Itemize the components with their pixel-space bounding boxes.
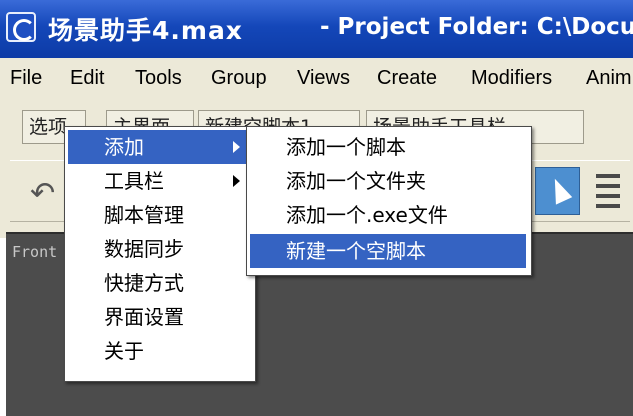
menu-item-shortcuts[interactable]: 快捷方式 <box>68 266 250 300</box>
menu-item-label: 工具栏 <box>104 169 164 193</box>
menu-views[interactable]: Views <box>297 67 350 90</box>
menu-item-label: 快捷方式 <box>104 271 184 295</box>
menu-item-script-manager[interactable]: 脚本管理 <box>68 198 250 232</box>
select-by-name-icon[interactable] <box>596 168 626 214</box>
context-menu: 添加 工具栏 脚本管理 数据同步 快捷方式 界面设置 关于 <box>64 126 256 382</box>
window-title: 场景助手4.max <box>48 16 243 45</box>
menu-bar: File Edit Tools Group Views Create Modif… <box>0 58 633 99</box>
menu-item-data-sync[interactable]: 数据同步 <box>68 232 250 266</box>
menu-item-label: 数据同步 <box>104 237 184 261</box>
menu-file[interactable]: File <box>10 67 42 90</box>
menu-modifiers[interactable]: Modifiers <box>471 67 552 90</box>
add-submenu: 添加一个脚本 添加一个文件夹 添加一个.exe文件 新建一个空脚本 <box>246 126 532 276</box>
menu-item-label: 关于 <box>104 339 144 363</box>
menu-edit[interactable]: Edit <box>70 67 104 90</box>
menu-item-ui-settings[interactable]: 界面设置 <box>68 300 250 334</box>
submenu-item-add-script[interactable]: 添加一个脚本 <box>250 130 526 164</box>
menu-item-add[interactable]: 添加 <box>68 130 250 164</box>
submenu-item-add-exe[interactable]: 添加一个.exe文件 <box>250 198 526 232</box>
app-icon[interactable] <box>6 12 36 42</box>
app-logo-ring <box>13 19 35 41</box>
menu-item-about[interactable]: 关于 <box>68 334 250 368</box>
submenu-item-add-folder[interactable]: 添加一个文件夹 <box>250 164 526 198</box>
select-object-button[interactable] <box>535 167 580 215</box>
menu-group[interactable]: Group <box>211 67 267 90</box>
undo-icon[interactable]: ↶ <box>30 176 55 211</box>
menu-tools[interactable]: Tools <box>135 67 182 90</box>
menu-item-toolbar[interactable]: 工具栏 <box>68 164 250 198</box>
submenu-item-new-empty-script[interactable]: 新建一个空脚本 <box>250 234 526 268</box>
cursor-arrow-icon <box>545 175 573 205</box>
menu-item-label: 添加 <box>104 135 144 159</box>
menu-item-label: 脚本管理 <box>104 203 184 227</box>
menu-create[interactable]: Create <box>377 67 437 90</box>
submenu-arrow-icon <box>233 175 240 187</box>
submenu-arrow-icon <box>233 141 240 153</box>
title-bar[interactable]: 场景助手4.max - Project Folder: C:\Docu <box>0 0 633 58</box>
project-folder-path: - Project Folder: C:\Docu <box>320 14 633 40</box>
menu-item-label: 界面设置 <box>104 305 184 329</box>
menu-animation[interactable]: Anim <box>586 67 632 90</box>
viewport-label[interactable]: Front <box>12 243 57 261</box>
